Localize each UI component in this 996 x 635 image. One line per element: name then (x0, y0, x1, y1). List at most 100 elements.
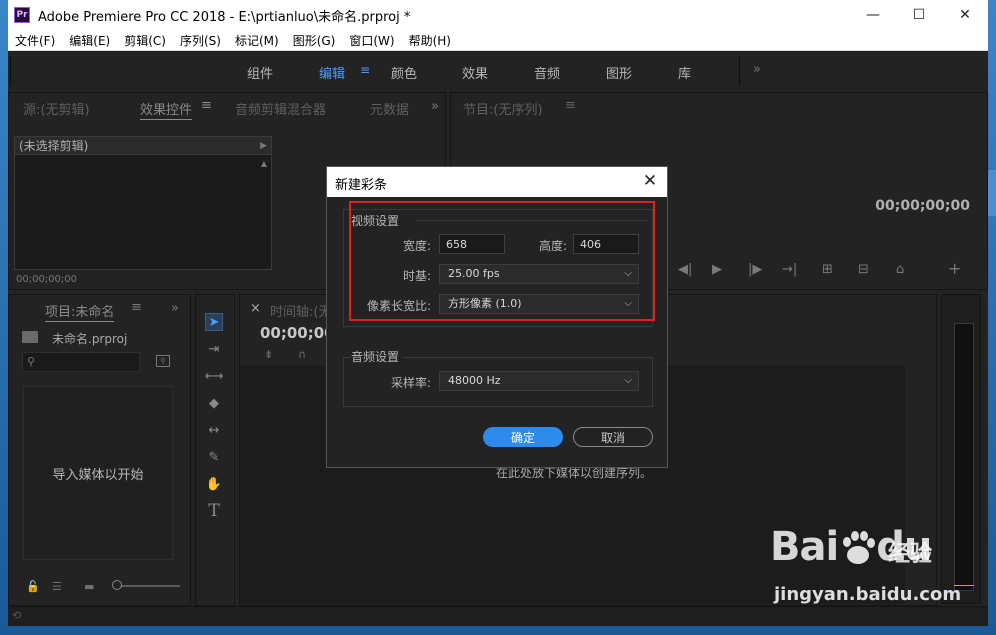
premiere-window: Pr Adobe Premiere Pro CC 2018 - E:\prtia… (8, 0, 988, 626)
workspace-tab-color[interactable]: 颜色 (391, 63, 417, 82)
desktop-left-edge (0, 0, 8, 635)
slip-tool-icon[interactable]: ↔ (205, 421, 223, 439)
timeline-timecode: 00;00;00 (260, 324, 335, 342)
chevron-down-icon: ⌵ (624, 375, 632, 386)
baidu-jingyan-watermark: Bai du 经验 jingyan.baidu.com (770, 524, 970, 616)
menu-graphics[interactable]: 图形(G) (286, 32, 343, 49)
ok-button[interactable]: 确定 (483, 427, 563, 447)
workspace-tab-effects[interactable]: 效果 (462, 63, 488, 82)
project-menu-icon[interactable]: ≡ (131, 300, 142, 315)
desktop-right-edge (988, 0, 996, 635)
desktop-bottom-edge (0, 626, 996, 635)
sample-rate-label: 采样率: (390, 376, 431, 390)
effect-controls-menu-icon[interactable]: ≡ (201, 98, 212, 113)
menu-edit[interactable]: 编辑(E) (62, 32, 117, 49)
tab-source[interactable]: 源:(无剪辑) (23, 99, 90, 118)
premiere-app-icon: Pr (14, 7, 30, 23)
project-file-name[interactable]: 未命名.prproj (52, 330, 127, 347)
effect-controls-clip-area: (未选择剪辑) ▶ ▲ (14, 136, 272, 270)
menu-bar: 文件(F) 编辑(E) 剪辑(C) 序列(S) 标记(M) 图形(G) 窗口(W… (8, 30, 988, 51)
desktop-scroll-tab[interactable] (988, 170, 996, 216)
audio-settings-label: 音频设置 (351, 348, 404, 365)
paw-icon (843, 531, 875, 564)
lock-icon[interactable]: 🔓 (26, 580, 40, 593)
window-title: Adobe Premiere Pro CC 2018 - E:\prtianlu… (38, 9, 411, 25)
icon-view-icon[interactable]: ▬ (84, 580, 94, 593)
workspace-bar: 组件 编辑 ≡ 颜色 效果 音频 图形 库 » (8, 52, 988, 89)
play-icon[interactable]: ▶ (712, 262, 722, 277)
sample-rate-select[interactable]: 48000 Hz ⌵ (439, 371, 639, 391)
project-more-icon[interactable]: » (171, 301, 179, 316)
workspace-divider (739, 56, 740, 86)
pen-tool-icon[interactable]: ✎ (205, 448, 223, 466)
tab-program[interactable]: 节目:(无序列) (463, 99, 543, 118)
workspace-tab-libraries[interactable]: 库 (678, 63, 691, 82)
import-media-hint: 导入媒体以开始 (52, 467, 144, 483)
no-clip-label: (未选择剪辑) (19, 139, 89, 153)
window-controls: — ☐ ✕ (850, 0, 988, 30)
add-button-icon[interactable]: + (948, 259, 961, 278)
tab-audio-clip-mixer[interactable]: 音频剪辑混合器 (235, 99, 326, 118)
extract-icon[interactable]: ⊟ (858, 262, 869, 277)
dialog-title-bar: 新建彩条 ✕ (327, 167, 667, 197)
watermark-url: jingyan.baidu.com (774, 584, 962, 605)
track-select-tool-icon[interactable]: ⇥ (205, 340, 223, 358)
magnet-icon[interactable]: ∩ (298, 348, 306, 361)
sample-rate-value: 48000 Hz (448, 374, 501, 387)
menu-clip[interactable]: 剪辑(C) (117, 32, 173, 49)
source-timecode: 00;00;00;00 (16, 274, 78, 285)
video-settings-highlight (349, 201, 655, 321)
insert-snap-icon[interactable]: ⇟ (264, 348, 273, 361)
list-view-icon[interactable]: ☰ (52, 580, 62, 593)
title-bar: Pr Adobe Premiere Pro CC 2018 - E:\prtia… (8, 0, 988, 30)
menu-file[interactable]: 文件(F) (8, 32, 62, 49)
selection-tool-icon[interactable]: ➤ (205, 313, 223, 331)
lift-icon[interactable]: ⊞ (822, 262, 833, 277)
new-bars-dialog: 新建彩条 ✕ 视频设置 宽度: 高度: 时基: 25.00 fps ⌵ 像素长宽… (326, 166, 668, 468)
program-timecode: 00;00;00;00 (875, 198, 970, 214)
expand-right-icon[interactable]: ▶ (260, 137, 267, 155)
tab-project[interactable]: 项目:未命名 (45, 301, 115, 322)
workspace-more-icon[interactable]: » (753, 62, 761, 77)
go-to-out-icon[interactable]: →| (782, 262, 797, 277)
minimize-button[interactable]: — (850, 0, 896, 30)
folder-icon (22, 331, 38, 343)
tab-metadata[interactable]: 元数据 (370, 99, 409, 118)
hand-tool-icon[interactable]: ✋ (205, 475, 223, 493)
step-forward-icon[interactable]: |▶ (748, 262, 762, 277)
zoom-slider-track[interactable] (120, 585, 180, 587)
razor-tool-icon[interactable]: ◆ (205, 394, 223, 412)
program-menu-icon[interactable]: ≡ (565, 98, 576, 113)
project-drop-zone[interactable]: 导入媒体以开始 (23, 386, 173, 560)
maximize-button[interactable]: ☐ (896, 0, 942, 30)
watermark-cn: 经验 (888, 542, 933, 567)
workspace-menu-icon[interactable]: ≡ (360, 63, 370, 77)
camera-icon[interactable]: ⌂ (896, 262, 904, 277)
dialog-close-icon[interactable]: ✕ (639, 170, 661, 192)
workspace-tab-editing[interactable]: 编辑 (319, 63, 345, 82)
collapse-up-icon[interactable]: ▲ (261, 159, 267, 168)
workspace-tab-audio[interactable]: 音频 (534, 63, 560, 82)
source-more-icon[interactable]: » (431, 99, 439, 114)
ripple-edit-tool-icon[interactable]: ⟷ (205, 367, 224, 385)
workspace-tab-assembly[interactable]: 组件 (247, 63, 273, 82)
close-window-button[interactable]: ✕ (942, 0, 988, 30)
zoom-slider-knob[interactable] (112, 580, 122, 590)
cancel-button[interactable]: 取消 (573, 427, 653, 447)
status-icon: ⟲ (12, 609, 22, 622)
dialog-title: 新建彩条 (335, 178, 388, 193)
workspace-tab-graphics[interactable]: 图形 (606, 63, 632, 82)
search-icon: ⚲ (27, 355, 36, 368)
step-back-icon[interactable]: ◀| (678, 262, 692, 277)
menu-help[interactable]: 帮助(H) (402, 32, 458, 49)
menu-window[interactable]: 窗口(W) (342, 32, 401, 49)
close-timeline-icon[interactable]: × (250, 301, 261, 316)
type-tool-icon[interactable]: T (205, 501, 223, 521)
project-search-input[interactable]: ⚲ (22, 352, 140, 372)
menu-sequence[interactable]: 序列(S) (173, 32, 228, 49)
menu-marker[interactable]: 标记(M) (228, 32, 286, 49)
no-clip-header: (未选择剪辑) ▶ (15, 137, 271, 155)
find-icon[interactable]: ⚲ (156, 355, 170, 367)
workspace-divider (10, 56, 11, 86)
tab-effect-controls[interactable]: 效果控件 (140, 99, 193, 120)
